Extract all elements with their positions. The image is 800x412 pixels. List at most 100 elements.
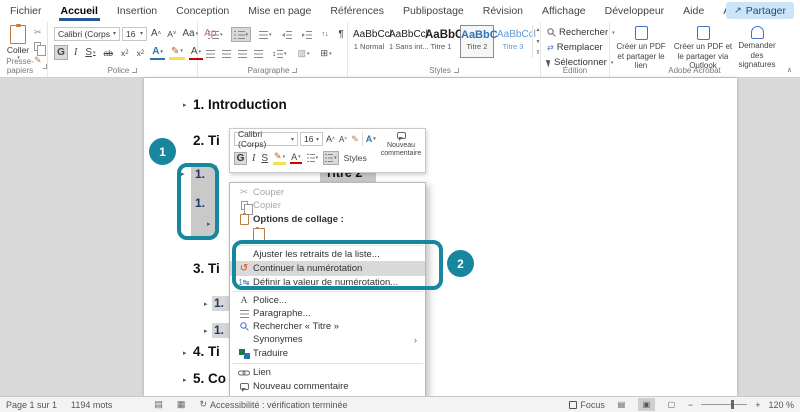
- menu-item-nouveau-commentaire[interactable]: Nouveau commentaire: [230, 379, 425, 394]
- highlight-color-button[interactable]: ✎▾: [169, 45, 185, 60]
- styles-gallery-expand-icon[interactable]: ⊽: [536, 50, 540, 56]
- collapse-triangle-icon[interactable]: ▸: [204, 300, 208, 308]
- tab-aide[interactable]: Aide: [683, 5, 704, 17]
- mini-highlight-button[interactable]: ✎▾: [273, 151, 286, 165]
- superscript-button[interactable]: x2: [135, 45, 147, 60]
- tab-accueil[interactable]: Accueil: [61, 5, 98, 17]
- cut-icon[interactable]: ✂: [34, 27, 42, 38]
- copy-icon[interactable]: [34, 42, 41, 51]
- style-titre3[interactable]: AaBbCcl Titre 3: [496, 25, 530, 58]
- mini-bold-button[interactable]: G: [234, 152, 247, 165]
- print-layout-button[interactable]: ▣: [638, 398, 655, 411]
- clipboard-dialog-launcher-icon[interactable]: [43, 64, 47, 69]
- menu-item-lien[interactable]: Lien: [230, 366, 425, 379]
- mini-styles-button[interactable]: Styles: [343, 153, 368, 163]
- sort-button[interactable]: ↑↓: [320, 27, 331, 42]
- mini-font-size-select[interactable]: 16▾: [300, 132, 323, 146]
- zoom-slider-thumb[interactable]: [731, 400, 734, 409]
- list-number-4[interactable]: 1.: [214, 323, 224, 337]
- line-spacing-button[interactable]: ↕▾: [270, 46, 289, 61]
- style-titre2[interactable]: AaBbC Titre 2: [460, 25, 494, 58]
- heading-introduction[interactable]: 1. Introduction: [193, 97, 287, 112]
- collapse-triangle-icon[interactable]: ▸: [183, 101, 187, 109]
- strikethrough-button[interactable]: ab: [102, 45, 115, 60]
- grow-font-button[interactable]: A˄: [149, 26, 163, 41]
- zoom-in-button[interactable]: +: [755, 400, 760, 410]
- multilevel-list-button[interactable]: ▾: [257, 27, 274, 42]
- tab-publipostage[interactable]: Publipostage: [403, 5, 464, 17]
- tab-mise-en-page[interactable]: Mise en page: [248, 5, 311, 17]
- bullets-button[interactable]: ▾: [206, 27, 225, 42]
- paragraph-dialog-launcher-icon[interactable]: [292, 68, 297, 73]
- find-button[interactable]: Rechercher▾: [547, 26, 615, 39]
- tab-affichage[interactable]: Affichage: [542, 5, 586, 17]
- mini-underline-button[interactable]: S: [260, 153, 269, 164]
- page-indicator[interactable]: Page 1 sur 1: [6, 400, 57, 410]
- request-signatures-button[interactable]: Demander des signatures: [736, 26, 778, 70]
- read-mode-button[interactable]: ▤: [613, 398, 630, 411]
- paste-button[interactable]: Coller ▾: [5, 25, 31, 61]
- mini-italic-button[interactable]: I: [251, 153, 256, 164]
- create-pdf-outlook-button[interactable]: Créer un PDF et le partager via Outlook: [672, 26, 734, 71]
- web-layout-button[interactable]: ▢: [663, 398, 680, 411]
- word-count[interactable]: 1194 mots: [71, 400, 112, 410]
- menu-item-synonymes[interactable]: Synonymes ›: [230, 333, 425, 346]
- proofing-icon[interactable]: ▤: [154, 399, 163, 410]
- focus-mode-button[interactable]: Focus: [569, 400, 605, 410]
- styles-scroll-down-icon[interactable]: ▼: [536, 39, 541, 45]
- increase-indent-button[interactable]: [300, 27, 314, 42]
- subscript-button[interactable]: x2: [119, 45, 131, 60]
- mini-font-name-select[interactable]: Calibri (Corps)▾: [234, 132, 298, 146]
- mini-grow-font-button[interactable]: A˄: [325, 134, 336, 144]
- replace-button[interactable]: ⇄ Remplacer: [547, 41, 603, 54]
- zoom-out-button[interactable]: −: [688, 400, 693, 410]
- borders-button[interactable]: ⊞▾: [319, 46, 334, 61]
- justify-icon[interactable]: [254, 50, 263, 58]
- tab-references[interactable]: Références: [330, 5, 384, 17]
- text-effects-button[interactable]: A▾: [150, 45, 165, 60]
- zoom-slider[interactable]: [701, 404, 747, 405]
- numbering-button[interactable]: ▾: [231, 27, 252, 42]
- align-right-icon[interactable]: [238, 50, 247, 58]
- accessibility-status[interactable]: ↻ Accessibilité : vérification terminée: [199, 399, 347, 410]
- styles-scroll-up-icon[interactable]: ▲: [536, 27, 541, 33]
- bold-button[interactable]: G: [54, 45, 68, 60]
- tab-insertion[interactable]: Insertion: [117, 5, 157, 17]
- menu-item-rechercher-titre[interactable]: Rechercher « Titre »: [230, 320, 425, 333]
- shading-button[interactable]: ▨▾: [296, 46, 312, 61]
- display-settings-icon[interactable]: ▦: [177, 399, 186, 410]
- heading-3[interactable]: 3. Ti: [193, 261, 220, 276]
- heading-5[interactable]: 5. Co: [193, 371, 226, 386]
- font-name-select[interactable]: Calibri (Corps▾: [54, 27, 120, 41]
- styles-dialog-launcher-icon[interactable]: [454, 68, 459, 73]
- tab-developpeur[interactable]: Développeur: [605, 5, 665, 17]
- mini-text-effects-button[interactable]: A▾: [365, 134, 377, 144]
- collapse-ribbon-icon[interactable]: ∧: [787, 66, 792, 74]
- mini-bullets-button[interactable]: ▾: [306, 154, 320, 162]
- style-sans-interligne[interactable]: AaBbCcl 1 Sans int...: [388, 25, 422, 58]
- menu-item-police[interactable]: A Police...: [230, 294, 425, 307]
- tab-revision[interactable]: Révision: [483, 5, 523, 17]
- align-center-icon[interactable]: [222, 50, 231, 58]
- zoom-level[interactable]: 120 %: [768, 400, 794, 410]
- collapse-triangle-icon[interactable]: ▸: [183, 376, 187, 384]
- underline-button[interactable]: S▾: [83, 45, 97, 60]
- menu-item-couper[interactable]: ✂ Couper: [230, 186, 425, 199]
- mini-shrink-font-button[interactable]: A˅: [338, 135, 348, 144]
- style-normal[interactable]: AaBbCcl 1 Normal: [352, 25, 386, 58]
- heading-4[interactable]: 4. Ti: [193, 344, 220, 359]
- mini-new-comment-button[interactable]: Nouveau commentaire: [380, 132, 422, 158]
- collapse-triangle-icon[interactable]: ▸: [204, 327, 208, 335]
- align-left-icon[interactable]: [206, 50, 215, 58]
- share-button[interactable]: ↗ Partager: [726, 2, 794, 19]
- menu-item-traduire[interactable]: Traduire: [230, 346, 425, 361]
- decrease-indent-button[interactable]: [280, 27, 294, 42]
- list-number-3[interactable]: 1.: [214, 296, 224, 310]
- tab-fichier[interactable]: Fichier: [10, 5, 42, 17]
- font-dialog-launcher-icon[interactable]: [132, 68, 137, 73]
- create-pdf-share-link-button[interactable]: Créer un PDF et partager le lien: [612, 26, 670, 71]
- italic-button[interactable]: I: [72, 45, 79, 60]
- mini-font-color-button[interactable]: A▾: [290, 152, 302, 164]
- menu-item-copier[interactable]: Copier: [230, 199, 425, 212]
- mini-numbering-button[interactable]: ▾: [323, 151, 339, 165]
